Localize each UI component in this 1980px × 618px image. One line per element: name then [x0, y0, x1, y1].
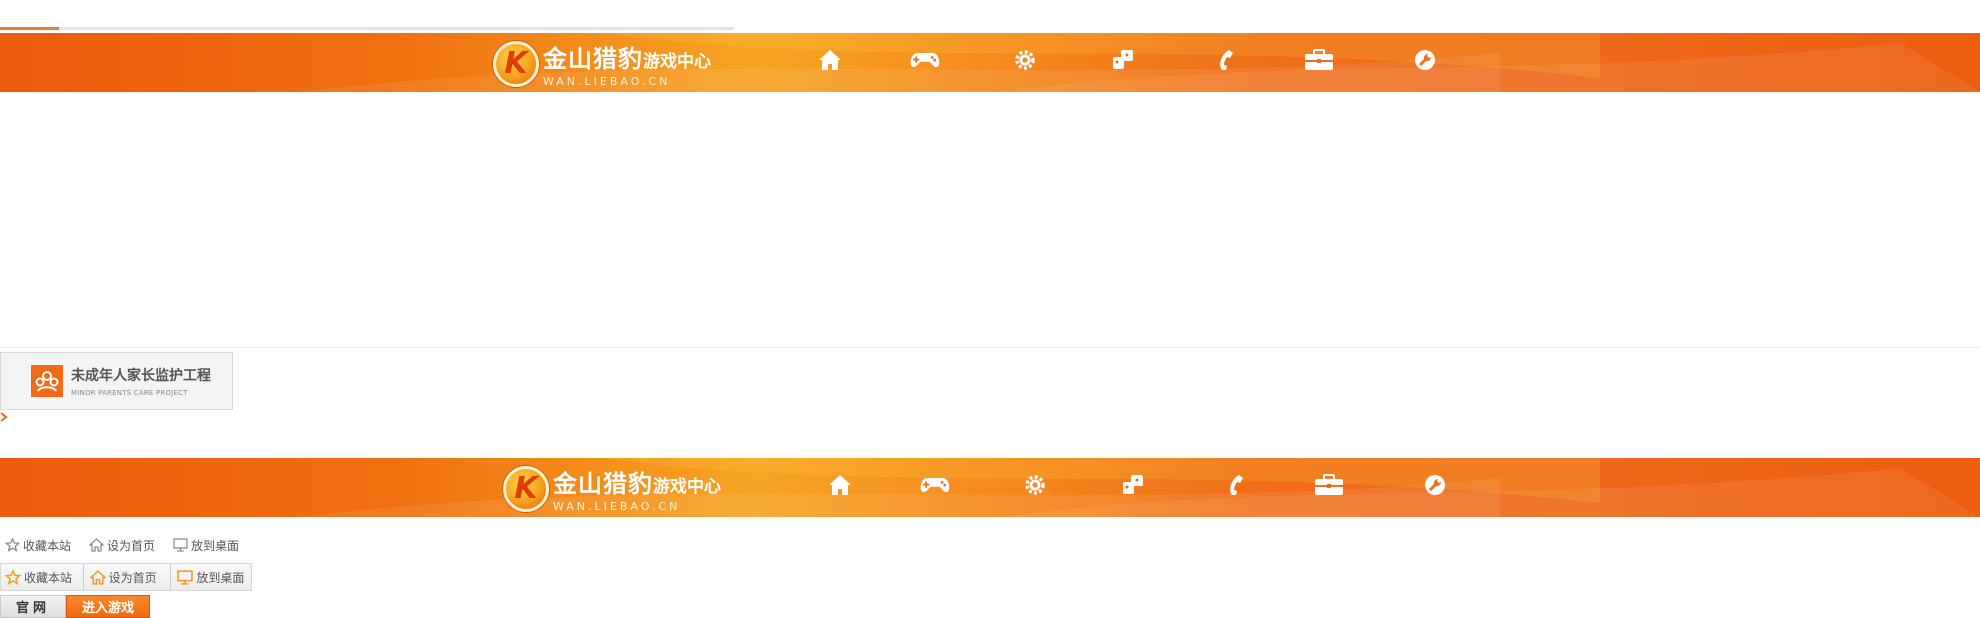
official-site-tab[interactable]: 官网	[0, 595, 66, 618]
bottom-tab-bar: 官网 进入游戏	[0, 595, 150, 618]
top-progress-bar	[0, 27, 734, 30]
add-to-desktop-link[interactable]: 放到桌面	[173, 537, 239, 554]
logo-domain: WAN.LIEBAO.CN	[553, 500, 681, 513]
phone-icon[interactable]	[1210, 47, 1240, 73]
puzzle-icon[interactable]	[1108, 47, 1138, 73]
logo-k-badge: K	[493, 40, 539, 87]
set-homepage-label: 设为首页	[108, 570, 157, 585]
bookmark-site-link[interactable]: 收藏本站	[5, 537, 71, 554]
logo-text-sub: 游戏中心	[653, 477, 721, 497]
header-banner-top: K 金山猎豹 游戏中心 WAN.LIEBAO.CN	[0, 33, 1980, 92]
top-progress-fill	[0, 27, 59, 30]
favorites-bar-plain: 收藏本站 设为首页 放到桌面	[0, 535, 239, 555]
banner-swoosh-decoration	[300, 458, 1980, 517]
home-outline-icon	[89, 569, 106, 585]
logo-text-sub: 游戏中心	[643, 52, 711, 72]
wrench-icon[interactable]	[1420, 472, 1450, 498]
monitor-icon	[173, 538, 188, 552]
section-divider	[0, 347, 1980, 348]
star-icon	[5, 538, 20, 552]
logo-text-main: 金山猎豹	[553, 470, 653, 498]
gear-icon[interactable]	[1020, 472, 1050, 498]
logo-text-main: 金山猎豹	[543, 45, 643, 73]
favorites-bar-boxed: 收藏本站 设为首页 放到桌面	[0, 563, 252, 591]
wrench-icon[interactable]	[1410, 47, 1440, 73]
gamepad-icon[interactable]	[920, 472, 950, 498]
home-icon[interactable]	[815, 47, 845, 73]
site-logo[interactable]: K 金山猎豹 游戏中心 WAN.LIEBAO.CN	[503, 464, 721, 513]
bookmark-site-label: 收藏本站	[23, 538, 72, 553]
toolbox-icon[interactable]	[1304, 47, 1334, 73]
minor-care-subtitle: MINOR PARENTS CARE PROJECT	[71, 389, 188, 397]
phone-icon[interactable]	[1220, 472, 1250, 498]
set-homepage-link[interactable]: 设为首页	[89, 537, 155, 554]
logo-domain: WAN.LIEBAO.CN	[543, 75, 671, 88]
site-logo[interactable]: K 金山猎豹 游戏中心 WAN.LIEBAO.CN	[493, 39, 711, 88]
home-icon[interactable]	[825, 472, 855, 498]
set-homepage-button[interactable]: 设为首页	[84, 564, 172, 590]
minor-care-title: 未成年人家长监护工程	[71, 368, 211, 384]
home-outline-icon	[89, 538, 105, 552]
gamepad-icon[interactable]	[910, 47, 940, 73]
bookmark-site-label: 收藏本站	[24, 570, 73, 585]
toolbox-icon[interactable]	[1314, 472, 1344, 498]
minor-parents-care-banner[interactable]: 未成年人家长监护工程 MINOR PARENTS CARE PROJECT	[0, 352, 233, 410]
chevron-right-icon[interactable]	[0, 412, 8, 422]
logo-k-badge: K	[503, 465, 549, 512]
enter-game-button[interactable]: 进入游戏	[66, 595, 150, 618]
star-icon	[5, 569, 21, 585]
puzzle-icon[interactable]	[1118, 472, 1148, 498]
monitor-icon	[177, 569, 194, 585]
bookmark-site-button[interactable]: 收藏本站	[1, 564, 84, 590]
banner-swoosh-decoration	[300, 33, 1980, 92]
add-to-desktop-button[interactable]: 放到桌面	[171, 564, 251, 590]
set-homepage-label: 设为首页	[107, 538, 156, 553]
family-care-icon	[31, 365, 63, 397]
add-to-desktop-label: 放到桌面	[191, 538, 240, 553]
header-banner-bottom: K 金山猎豹 游戏中心 WAN.LIEBAO.CN	[0, 458, 1980, 517]
gear-icon[interactable]	[1010, 47, 1040, 73]
add-to-desktop-label: 放到桌面	[196, 570, 245, 585]
